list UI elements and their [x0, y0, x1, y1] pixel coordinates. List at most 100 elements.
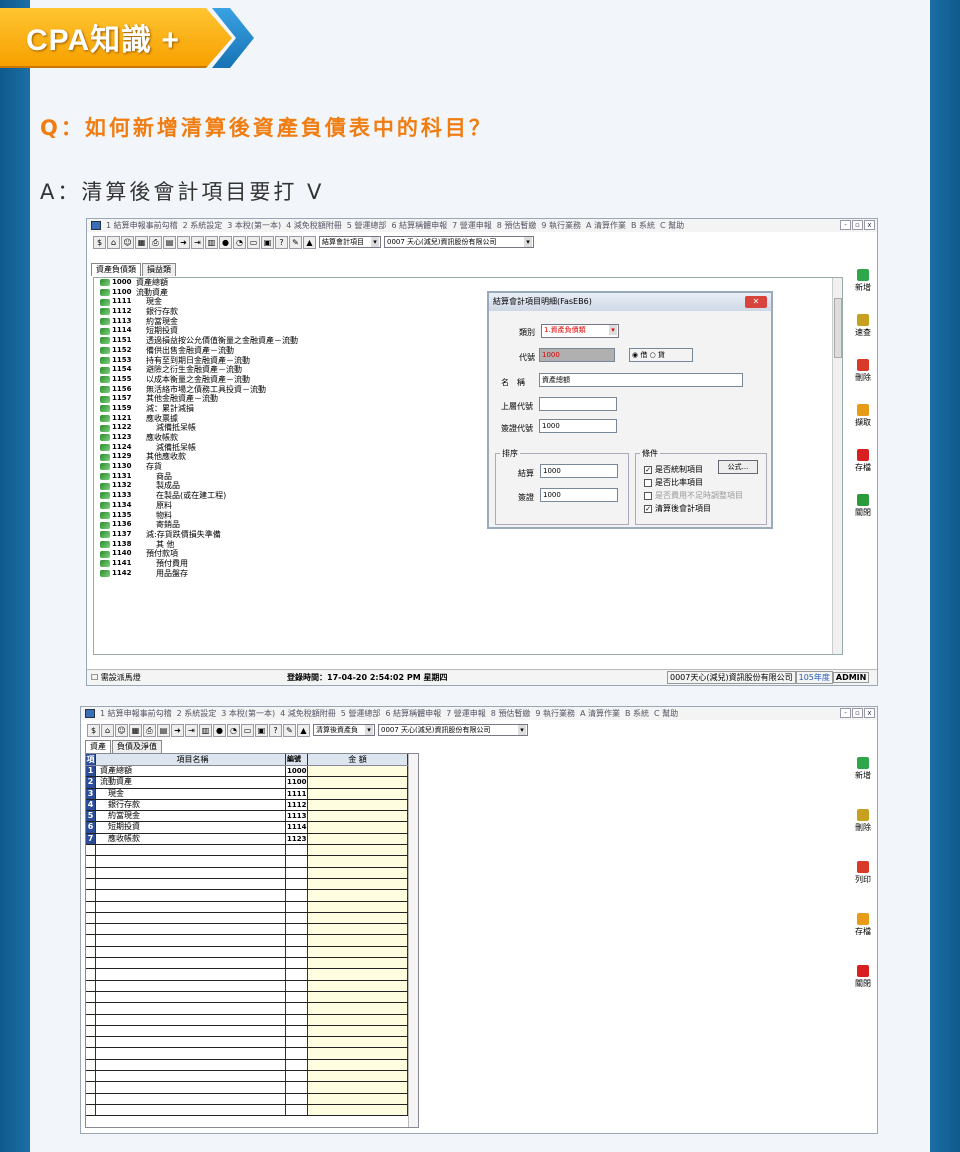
table-row[interactable] [86, 901, 418, 913]
row-amount[interactable] [308, 788, 408, 799]
table-row[interactable]: 2 流動資產 1100 [86, 777, 418, 789]
row-name[interactable] [96, 980, 286, 991]
menu-item[interactable]: B 系統 [625, 708, 649, 719]
sort-visa-field[interactable]: 1000 [540, 488, 618, 502]
condition-checkbox[interactable]: 是否費用不足時調整項目 [644, 490, 743, 501]
row-amount[interactable] [308, 1037, 408, 1048]
condition-checkbox[interactable]: ✓ 是否統制項目 [644, 464, 703, 475]
folder-icon[interactable]: ▭ [247, 235, 260, 249]
menu-item[interactable]: 8 預估暫繳 [497, 220, 537, 231]
row-amount[interactable] [308, 1059, 408, 1071]
table-row[interactable] [86, 878, 418, 891]
row-name[interactable]: 銀行存款 [96, 799, 286, 811]
window-control-button[interactable]: ▫ [852, 708, 863, 718]
calc-icon[interactable]: ▦ [129, 723, 142, 737]
table-row[interactable]: 5 約當現金 1113 [86, 811, 418, 823]
row-amount[interactable] [308, 935, 408, 946]
row-amount[interactable] [308, 799, 408, 811]
row-name[interactable] [96, 935, 286, 946]
tree-item[interactable]: 1000 資產總額 [94, 278, 842, 288]
side-button-2[interactable]: 列印 [851, 859, 875, 899]
people-icon[interactable]: ☺ [121, 235, 134, 249]
tree-item[interactable]: 1137 減:存貨跌價損失準備 [94, 530, 842, 540]
table-row[interactable] [86, 1003, 418, 1015]
row-amount[interactable] [308, 811, 408, 822]
company-select[interactable]: 0007 天心(減兒)資訊股份有限公司 [384, 236, 534, 248]
book-icon[interactable]: ▥ [205, 235, 218, 249]
table-row[interactable]: 4 銀行存款 1112 [86, 799, 418, 812]
menu-item[interactable]: A 清算作業 [580, 708, 620, 719]
menu-item[interactable]: 7 營運申報 [452, 220, 492, 231]
table-row[interactable] [86, 946, 418, 959]
name-field[interactable]: 資產總額 [539, 373, 743, 387]
table-row[interactable] [86, 845, 418, 857]
row-name[interactable]: 應收帳款 [96, 833, 286, 845]
row-amount[interactable] [308, 856, 408, 867]
chart-icon[interactable]: ▲ [303, 235, 316, 249]
row-name[interactable] [96, 912, 286, 924]
row-name[interactable] [96, 856, 286, 867]
row-name[interactable] [96, 1059, 286, 1071]
row-name[interactable]: 短期投資 [96, 822, 286, 833]
menu-item[interactable]: 1 結算申報事前勾稽 [106, 220, 178, 231]
table-row[interactable] [86, 1082, 418, 1094]
menu-item[interactable]: 8 預估暫繳 [491, 708, 531, 719]
table-row[interactable]: 6 短期投資 1114 [86, 822, 418, 834]
pie-icon[interactable]: ◔ [227, 723, 240, 737]
parent-code-field[interactable] [539, 397, 617, 411]
condition-checkbox[interactable]: ✓ 清算後會計項目 [644, 503, 711, 514]
row-amount[interactable] [308, 980, 408, 991]
print-icon[interactable]: ⎙ [143, 723, 156, 737]
side-button-3[interactable]: 擷取 [851, 402, 875, 442]
table-row[interactable] [86, 1093, 418, 1105]
row-name[interactable] [96, 867, 286, 878]
row-name[interactable] [96, 878, 286, 890]
row-name[interactable]: 現金 [96, 788, 286, 799]
menu-item[interactable]: 2 系統設定 [183, 220, 223, 231]
print-icon[interactable]: ⎙ [149, 235, 162, 249]
credit-radio[interactable]: ○ 貸 [650, 351, 665, 359]
menu-item[interactable]: C 幫助 [654, 708, 678, 719]
row-name[interactable] [96, 1093, 286, 1104]
row-amount[interactable] [308, 1093, 408, 1104]
screen-icon[interactable]: ▣ [255, 723, 268, 737]
row-amount[interactable] [308, 845, 408, 856]
tab-1[interactable]: 損益類 [142, 263, 176, 276]
table-row[interactable] [86, 1104, 418, 1117]
code-field[interactable]: 1000 [539, 348, 615, 362]
row-name[interactable] [96, 1104, 286, 1116]
row-amount[interactable] [308, 1025, 408, 1037]
row-name[interactable] [96, 969, 286, 980]
menu-item[interactable]: 4 減免稅額附冊 [286, 220, 342, 231]
book-icon[interactable]: ▥ [199, 723, 212, 737]
row-amount[interactable] [308, 1014, 408, 1025]
tree-item[interactable]: 1138 其 他 [94, 540, 842, 550]
arrow-icon[interactable]: ➜ [171, 723, 184, 737]
row-name[interactable] [96, 946, 286, 958]
row-name[interactable] [96, 958, 286, 969]
people-icon[interactable]: ☺ [115, 723, 128, 737]
row-name[interactable] [96, 1003, 286, 1014]
row-name[interactable]: 約當現金 [96, 811, 286, 822]
dollar-icon[interactable]: $ [87, 723, 100, 737]
pie-icon[interactable]: ◔ [233, 235, 246, 249]
row-amount[interactable] [308, 991, 408, 1003]
globe-icon[interactable]: ● [219, 235, 232, 249]
tree-scrollbar[interactable] [832, 278, 842, 654]
table-row[interactable] [86, 890, 418, 902]
row-name[interactable] [96, 845, 286, 856]
menu-item[interactable]: 5 營運總部 [341, 708, 381, 719]
calc-icon[interactable]: ▦ [135, 235, 148, 249]
side-button-1[interactable]: 刪除 [851, 807, 875, 847]
menu-item[interactable]: 9 執行業務 [541, 220, 581, 231]
table-row[interactable] [86, 980, 418, 992]
help-icon[interactable]: ? [269, 723, 282, 737]
table-row[interactable] [86, 1071, 418, 1083]
doc-icon[interactable]: ▤ [157, 723, 170, 737]
tree-item[interactable]: 1140 預付款項 [94, 549, 842, 559]
row-amount[interactable] [308, 878, 408, 890]
menu-item[interactable]: 3 本稅(第一本) [227, 220, 281, 231]
status-check[interactable]: ☐ 需設派馬燈 [87, 672, 287, 683]
arrow-icon[interactable]: ➜ [177, 235, 190, 249]
menu-item[interactable]: 7 營運申報 [446, 708, 486, 719]
